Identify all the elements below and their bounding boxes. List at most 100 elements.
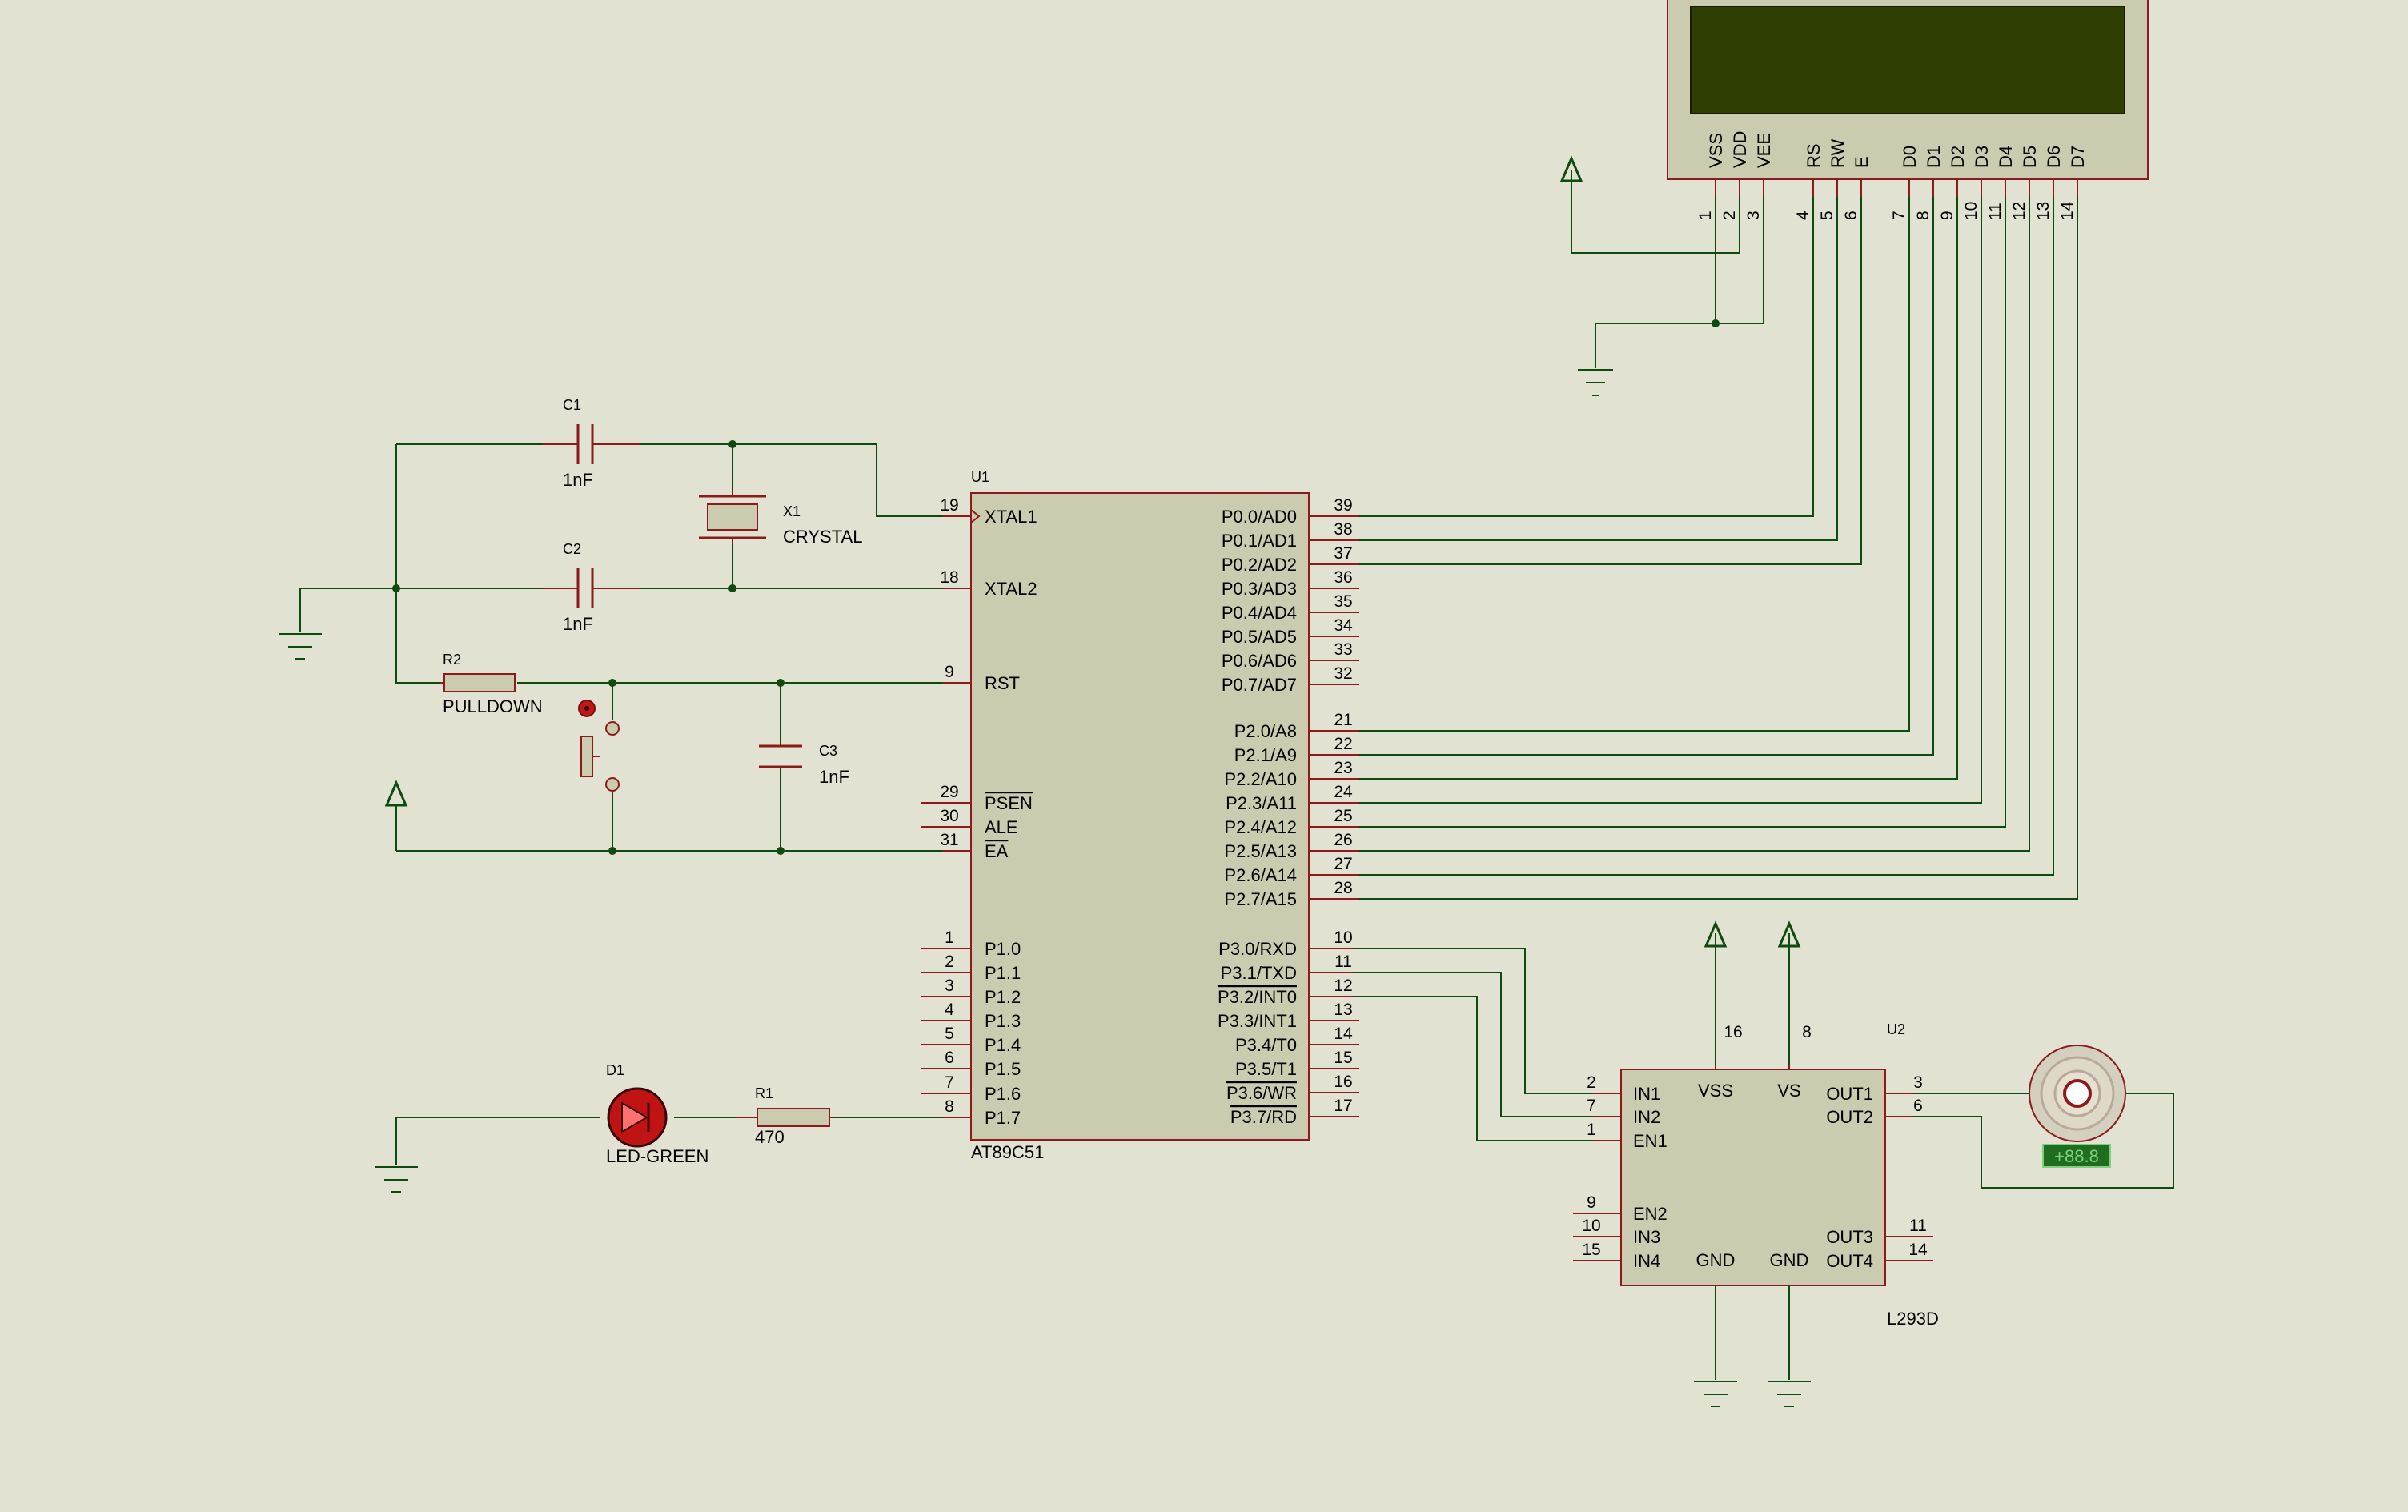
- u1-part: AT89C51: [971, 1142, 1044, 1162]
- pin-label: P0.4/AD4: [1222, 603, 1297, 623]
- pin-number: 27: [1334, 855, 1352, 873]
- pin-number: 21: [1334, 711, 1352, 729]
- crystal-x1[interactable]: X1 CRYSTAL: [699, 490, 862, 547]
- pin-number: 3: [1913, 1073, 1923, 1092]
- d1-value: LED-GREEN: [606, 1146, 708, 1166]
- pin-number: 6: [1913, 1097, 1923, 1115]
- pin-number: 3: [1744, 211, 1763, 220]
- bus-wire: [1359, 197, 1910, 732]
- c2-ref: C2: [563, 541, 581, 557]
- lcd-data-bus: [1359, 197, 2078, 900]
- pin-label: OUT1: [1826, 1084, 1873, 1104]
- pin-label: D7: [2068, 146, 2088, 168]
- pin-label: IN3: [1633, 1227, 1660, 1247]
- pin-label: P3.0/RXD: [1218, 939, 1297, 959]
- capacitor-c1[interactable]: C1 1nF: [543, 397, 640, 490]
- pin-label: P3.5/T1: [1235, 1059, 1297, 1079]
- pin-number: 14: [1334, 1025, 1353, 1043]
- pin-number: 9: [945, 663, 954, 681]
- bus-wire: [1359, 197, 2054, 876]
- bus-wire: [1359, 197, 2030, 852]
- pin-label: P0.7/AD7: [1222, 675, 1297, 695]
- c2-value: 1nF: [563, 614, 593, 634]
- pin-label: D1: [1924, 146, 1944, 168]
- pin-label: EN1: [1633, 1131, 1668, 1151]
- pin-label: D5: [2020, 146, 2040, 168]
- bus-wire: [1359, 197, 1982, 804]
- pin-label: E: [1852, 156, 1872, 168]
- r1-value: 470: [755, 1127, 785, 1147]
- pin-label: ALE: [985, 817, 1018, 837]
- ic-u2[interactable]: U2 L293D 2 IN1 7 IN2 1 EN1 9 EN2 10 IN3 15 IN4 3 OUT1…: [1573, 1021, 1939, 1329]
- pin-number: 4: [945, 1001, 954, 1019]
- c3-value: 1nF: [819, 767, 849, 787]
- oscillator-wiring: [299, 440, 943, 684]
- bus-wire: [1359, 197, 1958, 780]
- pin-label: P0.1/AD1: [1222, 531, 1297, 551]
- pin-label: P3.7/RD: [1230, 1107, 1297, 1127]
- r2-value: PULLDOWN: [443, 696, 543, 716]
- u1-ref: U1: [971, 469, 989, 485]
- led-d1[interactable]: D1 LED-GREEN: [606, 1062, 708, 1166]
- pin-label: P0.0/AD0: [1222, 507, 1297, 527]
- pin-number: 16: [1724, 1023, 1742, 1041]
- capacitor-c2[interactable]: C2 1nF: [543, 541, 640, 634]
- schematic-diagram: VSS1VDD2VEE3RS4RW5E6D07D18D29D310D411D51…: [279, 0, 2174, 1407]
- dc-motor[interactable]: +88.8: [2029, 1045, 2126, 1168]
- pin-label: D3: [1972, 146, 1992, 168]
- pin-label: VEE: [1754, 133, 1774, 168]
- pin-number: 22: [1334, 735, 1352, 753]
- ic-u1[interactable]: U1 AT89C51 19XTAL118XTAL29RST29PSEN30ALE…: [921, 469, 1359, 1162]
- pin-number: 2: [945, 953, 954, 971]
- capacitor-c3[interactable]: C3 1nF: [759, 743, 849, 787]
- pin-label: P2.4/A12: [1224, 817, 1297, 837]
- pin-number: 19: [940, 496, 958, 515]
- pin-label: D4: [1996, 146, 2016, 168]
- pin-label: VSS: [1706, 133, 1726, 168]
- resistor-r1[interactable]: R1 470: [736, 1085, 833, 1147]
- pin-label: EN2: [1633, 1204, 1668, 1224]
- pin-number: 14: [1908, 1241, 1928, 1259]
- pin-number: 1: [1696, 211, 1715, 220]
- pin-number: 14: [2058, 201, 2077, 220]
- pin-label: RS: [1804, 143, 1824, 168]
- pin-number: 28: [1334, 879, 1352, 897]
- r1-ref: R1: [755, 1085, 773, 1101]
- pin-number: 6: [1842, 211, 1860, 220]
- pin-label: XTAL2: [985, 579, 1037, 599]
- pin-number: 30: [940, 807, 958, 825]
- pin-label: D6: [2044, 146, 2064, 168]
- pin-number: 39: [1334, 496, 1352, 515]
- pin-label: VSS: [1698, 1081, 1733, 1101]
- pin-label: P3.4/T0: [1235, 1035, 1297, 1055]
- lcd-power-wiring: [1571, 170, 1764, 368]
- pin-label: IN4: [1633, 1251, 1660, 1271]
- pin-label: P1.2: [985, 987, 1021, 1007]
- pin-label: P3.6/WR: [1226, 1083, 1297, 1103]
- lcd-screen: [1690, 6, 2125, 114]
- pin-number: 17: [1334, 1097, 1352, 1115]
- pin-label: IN1: [1633, 1084, 1660, 1104]
- pin-label: D0: [1900, 146, 1920, 168]
- pin-label: P0.6/AD6: [1222, 651, 1297, 671]
- lcd-module[interactable]: VSS 1 VDD 2 VEE 3 RS 4 RW 5 E 6 D0 7 D1 8 D2 9 D3 10 D4 11 D5 1…: [1667, 0, 2149, 220]
- pin-label: P2.2/A10: [1224, 769, 1297, 789]
- pin-number: 10: [1962, 202, 1981, 220]
- pin-label: P1.5: [985, 1059, 1021, 1079]
- ground-icon: [279, 633, 322, 660]
- pin-number: 7: [945, 1073, 954, 1092]
- pin-number: 18: [940, 568, 958, 587]
- pin-number: 15: [1582, 1241, 1600, 1259]
- u2-ref: U2: [1887, 1021, 1905, 1037]
- pin-number: 11: [1986, 203, 2005, 220]
- pin-number: 31: [940, 831, 958, 849]
- pin-label: P1.6: [985, 1084, 1021, 1104]
- pin-number: 2: [1587, 1073, 1596, 1092]
- pin-number: 9: [1587, 1193, 1596, 1212]
- pin-number: 26: [1334, 831, 1352, 849]
- resistor-r2[interactable]: R2 PULLDOWN: [440, 652, 543, 716]
- bus-wire: [1359, 197, 1862, 565]
- pin-label: RW: [1828, 139, 1848, 168]
- bus-wire: [1359, 197, 1838, 541]
- pin-number: 38: [1334, 520, 1352, 539]
